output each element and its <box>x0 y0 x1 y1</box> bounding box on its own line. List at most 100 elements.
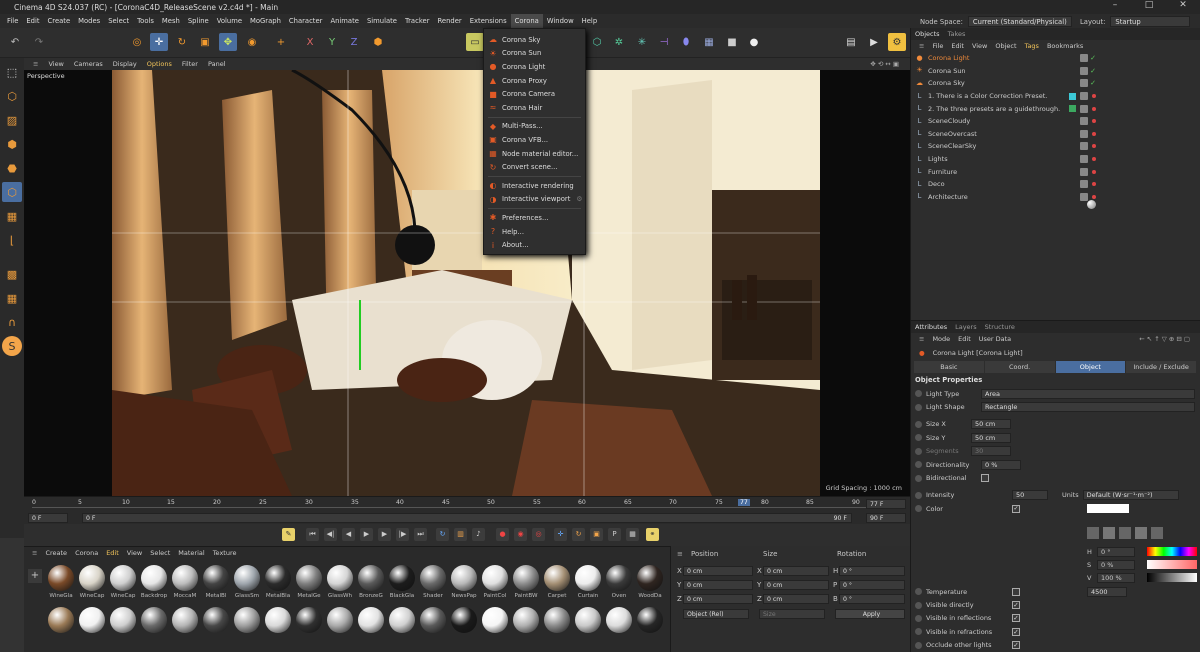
anim-dot-icon[interactable] <box>915 641 922 649</box>
attr-menu-edit[interactable]: Edit <box>954 335 975 343</box>
material-swatch[interactable] <box>46 607 76 635</box>
recent-tool-icon[interactable]: ◉ <box>243 33 261 51</box>
material-swatch[interactable]: Shader <box>418 565 448 599</box>
keyframe-icon[interactable]: ✎ <box>282 528 295 541</box>
edges-mode-icon[interactable]: ⬣ <box>2 158 22 178</box>
vp-menu-display[interactable]: Display <box>108 60 142 68</box>
occlude-checkbox[interactable]: ✓ <box>1012 641 1020 650</box>
corona-hair-item[interactable]: ≈ Corona Hair <box>484 101 585 115</box>
interactive-viewport-item[interactable]: ◑ Interactive viewport ⚙ <box>484 193 585 207</box>
material-swatch[interactable]: WineGla <box>46 565 76 599</box>
close-button[interactable]: ✕ <box>1166 0 1200 10</box>
help-item[interactable]: ? Help... <box>484 225 585 239</box>
object-row[interactable]: ☁ Corona Sky ✓ <box>911 77 1200 90</box>
material-tag-icon[interactable] <box>1087 200 1096 209</box>
rot-p-field[interactable]: 0 ° <box>839 580 905 590</box>
redo-icon[interactable]: ↷ <box>30 33 48 51</box>
tab-takes[interactable]: Takes <box>944 30 970 38</box>
tag-icon[interactable] <box>1069 105 1076 113</box>
material-swatch[interactable]: BronzeG <box>356 565 386 599</box>
material-swatch[interactable] <box>573 607 603 635</box>
size-mode-dropdown[interactable]: Size <box>759 609 825 619</box>
layout-dropdown[interactable]: Startup <box>1110 16 1191 27</box>
material-swatch[interactable]: WineCap <box>77 565 107 599</box>
light-shape-dropdown[interactable]: Rectangle <box>981 402 1195 413</box>
anim-dot-icon[interactable] <box>915 390 922 398</box>
attr-menu-mode[interactable]: Mode <box>928 335 954 343</box>
menu-volume[interactable]: Volume <box>213 14 246 28</box>
material-swatch[interactable]: NewsPap <box>449 565 479 599</box>
mat-menu-select[interactable]: Select <box>146 549 174 557</box>
v-field[interactable]: 100 % <box>1097 572 1135 583</box>
key-selection-icon[interactable]: ◎ <box>532 528 545 541</box>
visible-refractions-checkbox[interactable]: ✓ <box>1012 627 1020 636</box>
convert-scene-item[interactable]: ↻ Convert scene... <box>484 160 585 174</box>
layer-toggle[interactable] <box>1080 192 1088 201</box>
object-row[interactable]: L 2. The three presets are a guidethrough… <box>911 102 1200 115</box>
polygons-mode-icon[interactable]: ⬡ <box>2 182 22 202</box>
snap-icon[interactable]: S <box>2 336 22 356</box>
texture-mode-icon[interactable]: ▨ <box>2 110 22 130</box>
hamburger-icon[interactable]: ≡ <box>677 550 683 558</box>
uv-mode-icon[interactable]: ▦ <box>2 206 22 226</box>
layer-toggle[interactable] <box>1080 79 1088 88</box>
scale-tool-icon[interactable]: ▣ <box>196 33 214 51</box>
menu-tracker[interactable]: Tracker <box>401 14 434 28</box>
hamburger-icon[interactable]: ≡ <box>915 335 928 343</box>
vp-menu-options[interactable]: Options <box>142 60 177 68</box>
menu-tools[interactable]: Tools <box>133 14 158 28</box>
rotate-tool-icon[interactable]: ↻ <box>173 33 191 51</box>
play-icon[interactable]: ▶ <box>360 528 373 541</box>
directionality-field[interactable]: 0 % <box>981 459 1021 470</box>
node-space-dropdown[interactable]: Current (Standard/Physical) <box>967 16 1072 27</box>
material-swatch[interactable]: MoccaM <box>170 565 200 599</box>
key-rotation-icon[interactable]: ↻ <box>572 528 585 541</box>
obj-menu-tags[interactable]: Tags <box>1021 42 1043 50</box>
material-swatch[interactable] <box>480 607 510 635</box>
floor-icon[interactable]: ▦ <box>700 33 718 51</box>
about-item[interactable]: i About... <box>484 238 585 252</box>
preferences-item[interactable]: ✱ Preferences... <box>484 211 585 225</box>
material-swatch[interactable]: MetalBl <box>201 565 231 599</box>
record-icon[interactable]: ● <box>496 528 509 541</box>
material-swatch[interactable] <box>387 607 417 635</box>
light-bulb-icon[interactable]: ● <box>745 33 763 51</box>
render-settings-icon[interactable]: ⚙ <box>888 33 906 51</box>
corona-proxy-item[interactable]: ▲ Corona Proxy <box>484 74 585 88</box>
color-checkbox[interactable]: ✓ <box>1012 504 1020 513</box>
material-swatch[interactable]: PaintCol <box>480 565 510 599</box>
material-swatch[interactable] <box>356 607 386 635</box>
anim-dot-icon[interactable] <box>915 474 922 482</box>
size-y-field[interactable]: 0 cm <box>763 580 829 590</box>
obj-menu-object[interactable]: Object <box>991 42 1020 50</box>
layer-toggle[interactable] <box>1080 167 1088 176</box>
vp-menu-view[interactable]: View <box>43 60 68 68</box>
node-material-editor-item[interactable]: ▦ Node material editor... <box>484 147 585 161</box>
transform-tool-icon[interactable]: ✥ <box>219 33 237 51</box>
mat-menu-corona[interactable]: Corona <box>71 549 102 557</box>
axis-mode-icon[interactable]: ⌊ <box>2 230 22 250</box>
lock-z-icon[interactable]: Z <box>345 33 363 51</box>
move-tool-icon[interactable]: ✛ <box>150 33 168 51</box>
select-tool-icon[interactable]: ◎ <box>128 33 146 51</box>
material-swatch[interactable]: Oven <box>604 565 634 599</box>
coordinate-system-icon[interactable]: ⬢ <box>369 33 387 51</box>
gear-icon[interactable]: ⚙ <box>576 195 582 203</box>
hue-slider[interactable] <box>1147 547 1197 556</box>
anim-dot-icon[interactable] <box>915 434 922 442</box>
material-swatch[interactable] <box>139 607 169 635</box>
rot-h-field[interactable]: 0 ° <box>839 566 905 576</box>
object-row[interactable]: L SceneClearSky <box>911 140 1200 153</box>
menu-mesh[interactable]: Mesh <box>158 14 184 28</box>
material-swatch[interactable]: PaintBW <box>511 565 541 599</box>
mat-menu-view[interactable]: View <box>123 549 146 557</box>
layer-toggle[interactable] <box>1080 54 1088 63</box>
interactive-rendering-item[interactable]: ◐ Interactive rendering <box>484 179 585 193</box>
corona-camera-item[interactable]: ■ Corona Camera <box>484 87 585 101</box>
obj-menu-bookmarks[interactable]: Bookmarks <box>1043 42 1087 50</box>
next-frame-icon[interactable]: ▶ <box>378 528 391 541</box>
object-row[interactable]: L Lights <box>911 153 1200 166</box>
enabled-check-icon[interactable]: ✓ <box>1090 54 1096 62</box>
layer-toggle[interactable] <box>1080 117 1088 126</box>
pos-x-field[interactable]: 0 cm <box>683 566 753 576</box>
